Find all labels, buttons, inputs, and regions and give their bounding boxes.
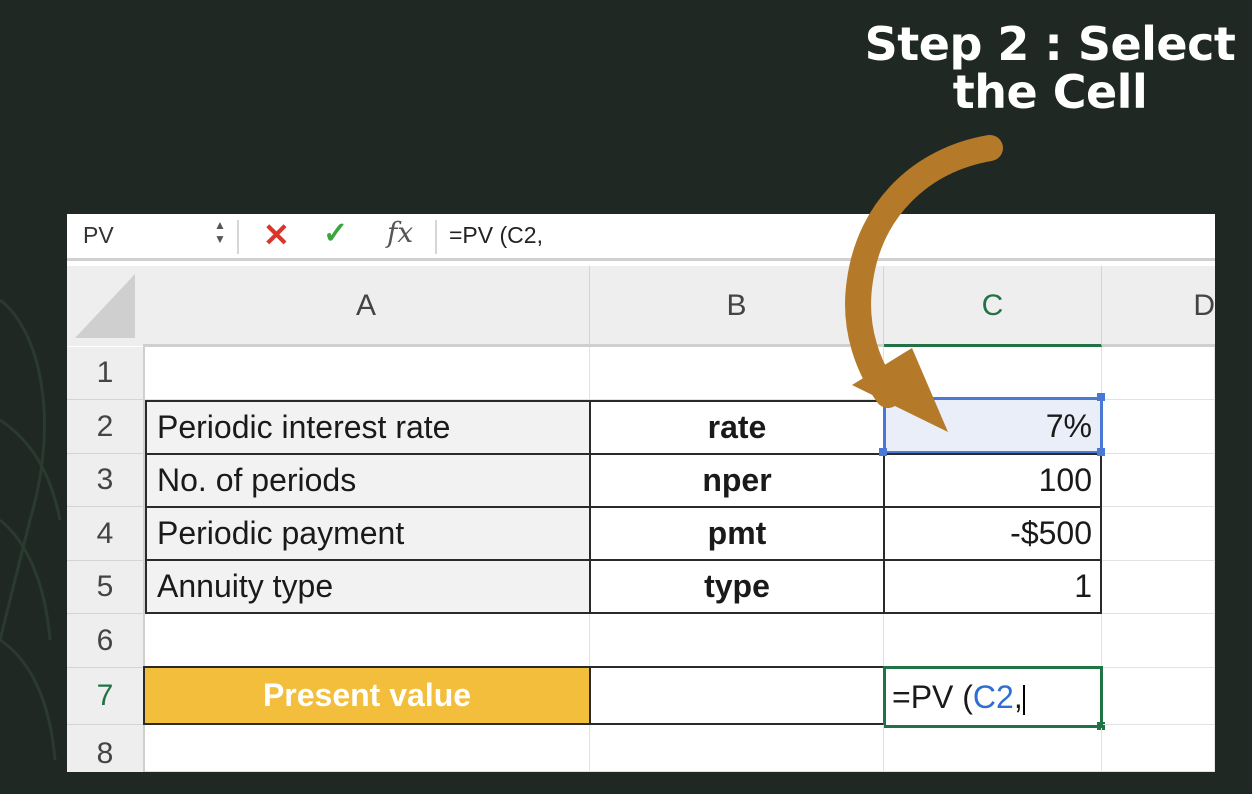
cell-a3[interactable]: No. of periods [145,453,591,508]
formula-input[interactable]: =PV (C2, [449,222,543,249]
column-header-b[interactable]: B [590,266,884,347]
cell-c5[interactable]: 1 [883,559,1102,614]
row-header-2[interactable]: 2 [67,400,145,454]
row-header-5[interactable]: 5 [67,561,145,614]
cell-b2[interactable]: rate [589,400,885,455]
formula-bar: PV ▲ ▼ ✕ ✓ fx =PV (C2, [67,214,1215,261]
cell-d4[interactable] [1102,507,1215,561]
cell-b6[interactable] [590,614,884,668]
cell-c1[interactable] [884,347,1102,400]
selection-handle[interactable] [879,448,887,456]
edit-prefix: =PV ( [892,679,973,715]
caption-line-1: Step 2 : Select [864,17,1236,71]
cell-d1[interactable] [1102,347,1215,400]
cell-c8[interactable] [884,728,1102,772]
cell-d7[interactable] [1103,668,1215,725]
enter-icon[interactable]: ✓ [323,216,348,251]
cell-b8[interactable] [590,725,884,772]
cell-d8[interactable] [1102,725,1215,772]
name-box-spinner-icon[interactable]: ▲ ▼ [214,218,226,246]
row-header-1[interactable]: 1 [67,347,145,400]
caption-line-2: the Cell [952,65,1148,119]
row-header-6[interactable]: 6 [67,614,145,668]
cell-b4[interactable]: pmt [589,506,885,561]
cell-a7-present-value[interactable]: Present value [143,666,591,725]
edit-suffix: , [1013,679,1023,715]
column-header-c[interactable]: C [884,266,1102,347]
cell-a5[interactable]: Annuity type [145,559,591,614]
row-header-8[interactable]: 8 [67,725,145,772]
cell-a2[interactable]: Periodic interest rate [145,400,591,455]
column-header-a[interactable]: A [143,266,590,347]
step-caption: Step 2 : Select the Cell [840,20,1252,116]
cell-c2[interactable]: 7% [883,397,1103,454]
selection-handle[interactable] [879,393,887,401]
cell-a6[interactable] [145,614,590,668]
row-header-3[interactable]: 3 [67,454,145,507]
selection-handle[interactable] [1097,393,1105,401]
cell-a1[interactable] [145,347,590,400]
row-header-7[interactable]: 7 [67,668,145,725]
text-caret [1022,684,1025,715]
spreadsheet: PV ▲ ▼ ✕ ✓ fx =PV (C2, A B C D 1 2 3 4 5 … [67,214,1215,772]
cell-b3[interactable]: nper [589,453,885,508]
cell-c3[interactable]: 100 [883,453,1102,508]
cell-d5[interactable] [1102,561,1215,614]
select-all-icon [75,274,135,338]
cell-b5[interactable]: type [589,559,885,614]
divider [435,220,437,254]
cell-a8[interactable] [145,725,590,772]
divider [237,220,239,254]
column-header-d[interactable]: D [1102,266,1215,347]
cell-c4[interactable]: -$500 [883,506,1102,561]
selection-handle[interactable] [1097,448,1105,456]
name-box[interactable]: PV [83,222,114,249]
insert-function-icon[interactable]: fx [387,216,413,249]
cell-d3[interactable] [1102,454,1215,507]
cell-b1[interactable] [590,347,884,400]
cell-d2[interactable] [1102,400,1215,454]
cell-c7-editing[interactable]: =PV (C2, [883,666,1103,728]
edit-ref: C2 [972,679,1014,715]
row-header-4[interactable]: 4 [67,507,145,561]
cell-b7[interactable] [589,666,885,725]
cell-c6[interactable] [884,614,1102,668]
cancel-icon[interactable]: ✕ [263,216,290,254]
cell-d6[interactable] [1102,614,1215,668]
cell-a4[interactable]: Periodic payment [145,506,591,561]
